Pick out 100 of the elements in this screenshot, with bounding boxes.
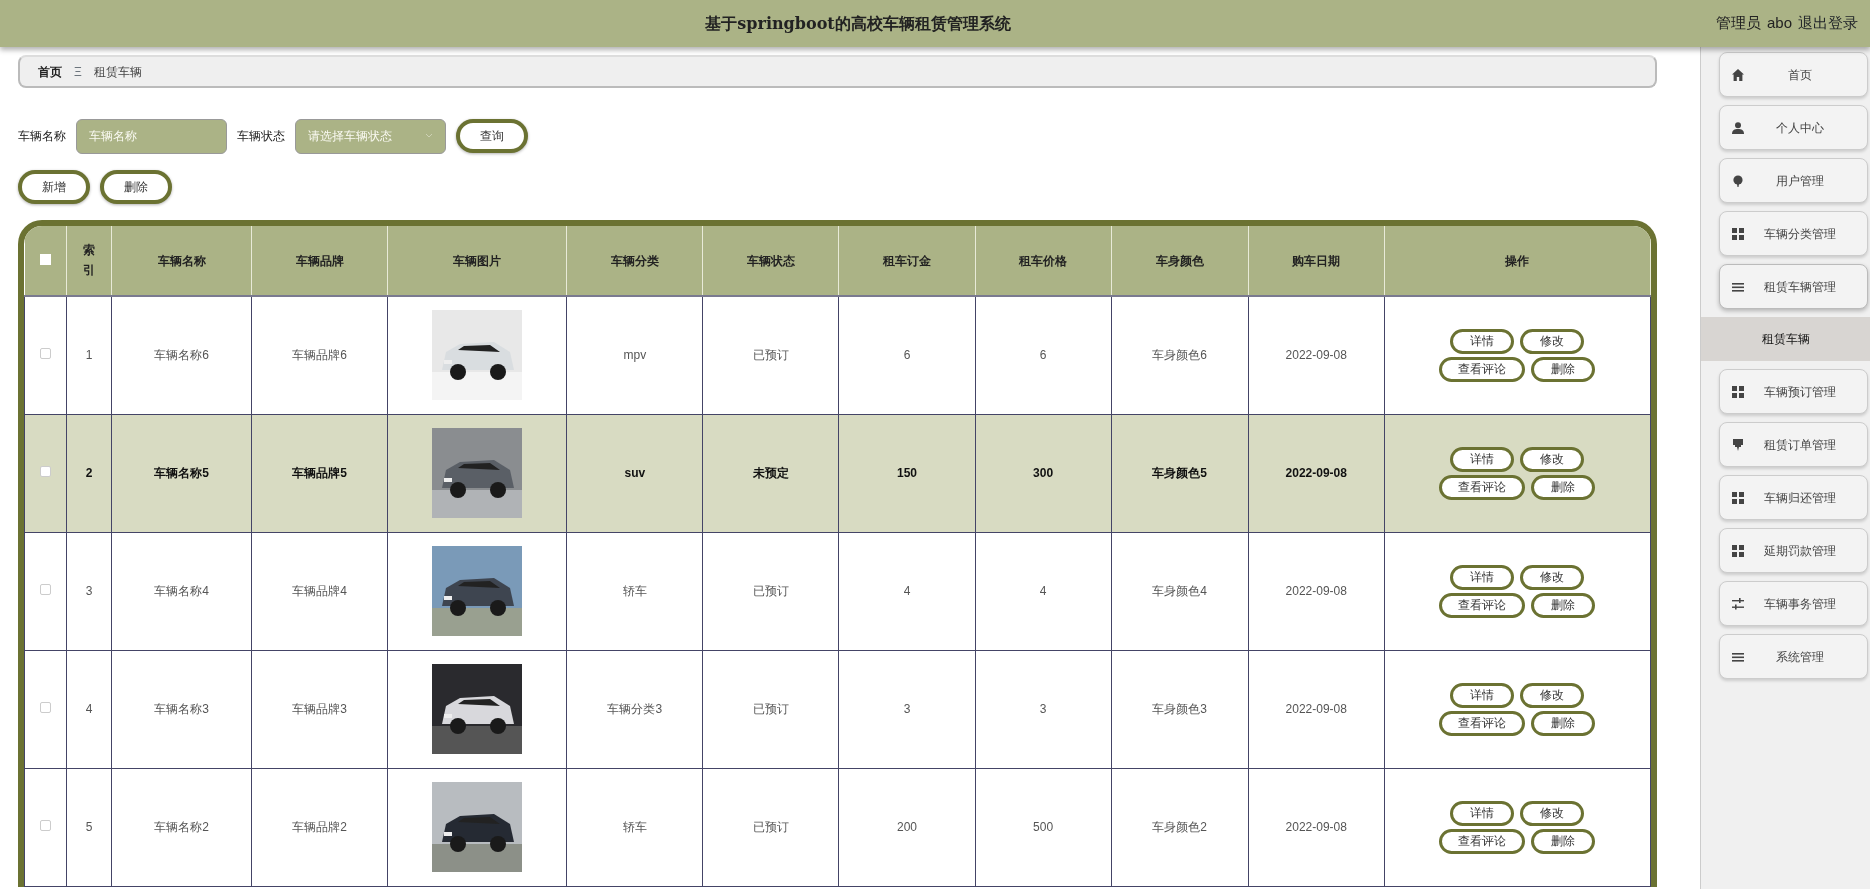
details-button[interactable]: 详情 [1450,800,1515,826]
table-cell: 已预订 [752,820,789,834]
table-cell: 车辆品牌2 [292,820,347,834]
view-comments-button[interactable]: 查看评论 [1439,828,1526,854]
sidebar-item[interactable]: 延期罚款管理 [1719,528,1868,573]
delete-button[interactable]: 删除 [100,170,172,204]
table-cell: 150 [896,466,917,480]
sidebar-subitem[interactable]: 租赁车辆 [1701,317,1870,361]
field-label: 车辆名称 [18,128,66,145]
table-cell: 车辆品牌3 [292,702,347,716]
sidebar-item[interactable]: 车辆归还管理 [1719,475,1868,520]
index-cell: 5 [85,820,93,834]
table-cell: 车辆品牌6 [292,348,347,363]
column-header: 车辆分类 [610,253,659,268]
table-cell: 500 [1033,820,1054,834]
column-header: 索引 [83,242,95,279]
list-icon [1732,650,1744,663]
table-cell: 2022-09-08 [1285,702,1347,716]
sidebar-item[interactable]: 车辆分类管理 [1719,211,1868,256]
details-button[interactable]: 详情 [1450,564,1515,590]
sliders-icon [1732,597,1744,610]
sidebar-item[interactable]: 系统管理 [1719,634,1868,679]
delete-button[interactable]: 删除 [1531,592,1596,618]
list-icon [1732,280,1744,293]
table-cell: 车身颜色2 [1152,820,1207,834]
table-cell: 车辆品牌5 [292,466,347,480]
username: abo [1766,13,1792,34]
index-cell: 4 [85,702,93,716]
edit-button[interactable]: 修改 [1520,328,1585,354]
column-header: 车辆品牌 [295,253,344,268]
row-checkbox[interactable] [40,584,51,595]
column-header: 车辆状态 [746,253,795,268]
view-comments-button[interactable]: 查看评论 [1439,356,1526,382]
table-cell: 200 [896,820,917,834]
edit-button[interactable]: 修改 [1520,800,1585,826]
edit-button[interactable]: 修改 [1520,682,1585,708]
column-header: 车辆图片 [453,253,502,268]
index-cell: 2 [85,466,93,480]
breadcrumb-link[interactable]: 首页 [38,62,62,81]
sidebar-item[interactable]: 车辆事务管理 [1719,581,1868,626]
table-cell: 轿车 [622,584,647,598]
table-cell: 4 [1039,584,1047,598]
view-comments-button[interactable]: 查看评论 [1439,592,1526,618]
sidebar-item[interactable]: 用户管理 [1719,158,1868,203]
add-button[interactable]: 新增 [18,170,90,204]
view-comments-button[interactable]: 查看评论 [1439,710,1526,736]
row-checkbox[interactable] [40,820,51,831]
home-icon [1732,68,1744,81]
delete-button[interactable]: 删除 [1531,356,1596,382]
sidebar-item[interactable]: 车辆预订管理 [1719,369,1868,414]
grid-icon [1732,544,1744,557]
table-cell: 6 [1039,348,1047,363]
column-header: 车辆名称 [157,253,206,268]
search-field[interactable]: 车辆名称 [76,118,227,154]
table-cell: 已预订 [752,584,789,598]
table-cell: 2022-09-08 [1285,584,1347,598]
sidebar-item[interactable]: 租赁订单管理 [1719,422,1868,467]
table-cell: 车身颜色5 [1152,466,1207,480]
edit-button[interactable]: 修改 [1520,564,1585,590]
table-cell: 6 [903,348,911,363]
grid-icon [1732,227,1744,240]
details-button[interactable]: 详情 [1450,328,1515,354]
sidebar-item[interactable]: 租赁车辆管理 [1719,264,1868,309]
sidebar-item[interactable]: 首页 [1719,52,1868,97]
row-checkbox[interactable] [40,702,51,713]
table-cell: 2022-09-08 [1285,820,1347,834]
delete-button[interactable]: 删除 [1531,474,1596,500]
app-title: 基于springboot的高校车辆租赁管理系统 [705,13,1011,33]
table-cell: 2022-09-08 [1285,348,1347,363]
search-button[interactable]: 查询 [456,119,528,153]
table-cell: mpv [623,348,647,363]
column-header: 车身颜色 [1155,253,1204,268]
logout-link[interactable]: 退出登录 [1798,12,1858,35]
grid-icon [1732,491,1744,504]
table-cell: 3 [903,702,911,716]
table-cell: 车身颜色6 [1152,348,1207,363]
details-button[interactable]: 详情 [1450,682,1515,708]
details-button[interactable]: 详情 [1450,446,1515,472]
row-checkbox[interactable] [40,466,51,477]
breadcrumb-separator: Ξ [74,63,82,81]
edit-button[interactable]: 修改 [1520,446,1585,472]
table-cell: 车身颜色4 [1152,584,1207,598]
table-cell: 2022-09-08 [1285,466,1347,480]
table-cell: 车辆品牌4 [292,584,347,598]
pin-icon [1732,174,1744,187]
table-cell: 车辆名称5 [154,466,209,480]
index-cell: 1 [85,348,93,363]
row-checkbox[interactable] [40,348,51,360]
select-all-checkbox[interactable] [39,253,51,265]
delete-button[interactable]: 删除 [1531,710,1596,736]
user-icon [1732,121,1744,134]
sidebar-item[interactable]: 个人中心 [1719,105,1868,150]
column-header: 购车日期 [1292,253,1341,268]
view-comments-button[interactable]: 查看评论 [1439,474,1526,500]
table-cell: 4 [903,584,911,598]
table-cell: 车辆名称6 [154,348,209,363]
field-label: 车辆状态 [237,128,285,145]
user-role: 管理员 [1715,13,1761,34]
table-cell: 未预定 [752,466,789,480]
delete-button[interactable]: 删除 [1531,828,1596,854]
